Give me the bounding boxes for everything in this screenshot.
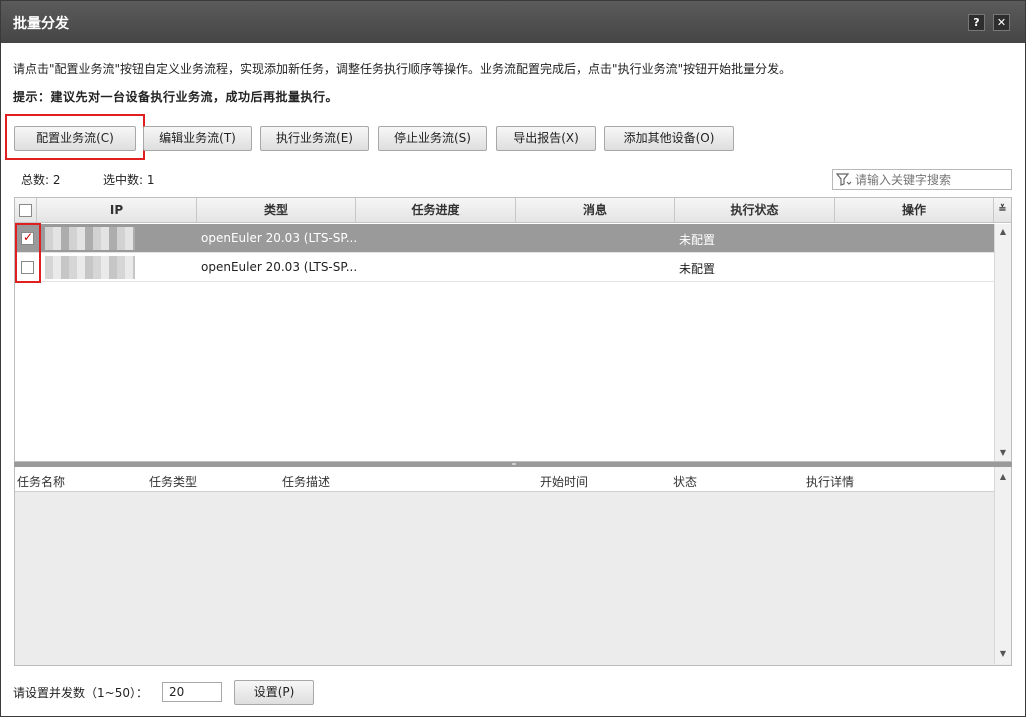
- cell-type: openEuler 20.03 (LTS-SP...: [201, 260, 358, 274]
- concurrency-input[interactable]: [162, 682, 222, 702]
- column-header-message[interactable]: 消息: [516, 198, 675, 222]
- set-concurrency-button[interactable]: 设置(P): [234, 680, 314, 705]
- device-table-header: IP 类型 任务进度 消息 执行状态 操作 ≚: [15, 198, 1011, 223]
- checkbox-highlight: [15, 223, 41, 283]
- device-table: IP 类型 任务进度 消息 执行状态 操作 ≚ openEuler 20.03 …: [14, 197, 1012, 462]
- cell-status: 未配置: [679, 262, 716, 276]
- table-row[interactable]: openEuler 20.03 (LTS-SP... 未配置: [15, 253, 994, 282]
- column-chooser-icon[interactable]: ≚: [994, 198, 1011, 222]
- ip-redacted: [45, 227, 135, 250]
- scroll-up-icon[interactable]: ▲: [995, 469, 1011, 485]
- device-table-scrollbar[interactable]: ▲ ▼: [994, 224, 1011, 461]
- dialog-title: 批量分发: [13, 16, 69, 32]
- select-all-checkbox[interactable]: [19, 204, 32, 217]
- total-count: 总数: 2: [21, 173, 61, 187]
- title-bar[interactable]: 批量分发 ? ✕: [1, 1, 1025, 43]
- task-table: 任务名称 任务类型 任务描述 开始时间 状态 执行详情 ▲ ▼: [14, 467, 1012, 666]
- config-workflow-button[interactable]: 配置业务流(C): [14, 126, 136, 151]
- column-header-progress[interactable]: 任务进度: [356, 198, 516, 222]
- search-box[interactable]: [832, 169, 1012, 190]
- ip-redacted: [45, 256, 135, 279]
- help-button[interactable]: ?: [968, 14, 985, 31]
- header-checkbox-cell: [15, 198, 37, 222]
- batch-distribute-dialog: 批量分发 ? ✕ 请点击"配置业务流"按钮自定义业务流程，实现添加新任务，调整任…: [0, 0, 1026, 717]
- tip-text: 提示：建议先对一台设备执行业务流，成功后再批量执行。: [13, 90, 339, 104]
- concurrency-label: 请设置并发数（1~50）：: [13, 686, 148, 700]
- task-table-scrollbar[interactable]: ▲ ▼: [994, 467, 1011, 664]
- column-header-start-time[interactable]: 开始时间: [540, 473, 588, 490]
- scroll-up-icon[interactable]: ▲: [995, 224, 1011, 240]
- scroll-down-icon[interactable]: ▼: [995, 646, 1011, 662]
- execute-workflow-button[interactable]: 执行业务流(E): [260, 126, 369, 151]
- column-header-task-type[interactable]: 任务类型: [149, 473, 197, 490]
- filter-icon: [836, 173, 852, 186]
- column-header-action[interactable]: 操作: [835, 198, 994, 222]
- description-text: 请点击"配置业务流"按钮自定义业务流程，实现添加新任务，调整任务执行顺序等操作。…: [13, 62, 792, 76]
- column-header-task-name[interactable]: 任务名称: [17, 473, 65, 490]
- column-header-task-desc[interactable]: 任务描述: [282, 473, 330, 490]
- cell-status: 未配置: [679, 233, 716, 247]
- close-button[interactable]: ✕: [993, 14, 1010, 31]
- scroll-down-icon[interactable]: ▼: [995, 445, 1011, 461]
- cell-type: openEuler 20.03 (LTS-SP...: [201, 231, 358, 245]
- column-header-status[interactable]: 执行状态: [675, 198, 835, 222]
- edit-workflow-button[interactable]: 编辑业务流(T): [143, 126, 252, 151]
- search-input[interactable]: [855, 171, 1005, 188]
- column-header-ip[interactable]: IP: [37, 198, 197, 222]
- column-header-task-status[interactable]: 状态: [673, 473, 697, 490]
- export-report-button[interactable]: 导出报告(X): [496, 126, 596, 151]
- column-header-type[interactable]: 类型: [197, 198, 356, 222]
- stop-workflow-button[interactable]: 停止业务流(S): [378, 126, 487, 151]
- add-other-device-button[interactable]: 添加其他设备(O): [604, 126, 734, 151]
- selected-count: 选中数: 1: [103, 173, 155, 187]
- table-row[interactable]: openEuler 20.03 (LTS-SP... 未配置: [15, 224, 994, 253]
- column-header-exec-detail[interactable]: 执行详情: [806, 473, 854, 490]
- task-table-header: 任务名称 任务类型 任务描述 开始时间 状态 执行详情: [15, 467, 994, 492]
